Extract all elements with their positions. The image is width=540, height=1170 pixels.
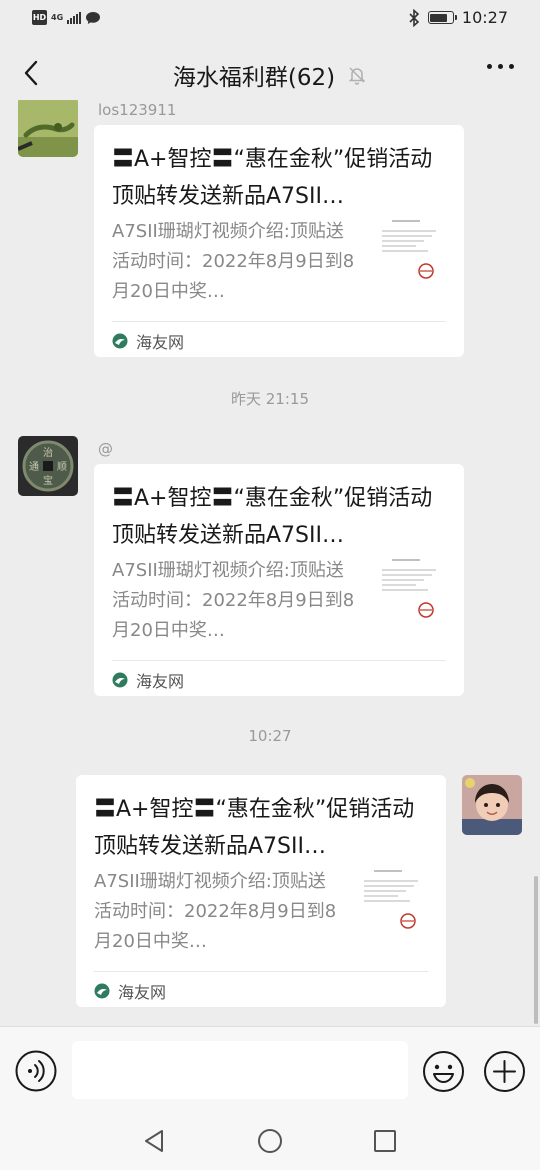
source-logo-icon xyxy=(112,333,128,349)
source-name: 海友网 xyxy=(136,672,185,691)
circle-home-icon xyxy=(258,1129,282,1153)
svg-text:宝: 宝 xyxy=(43,474,53,487)
chat-area[interactable]: los123911 〓A+智控〓“惠在金秋”促销活动顶贴转发送新品A7SII… … xyxy=(0,100,540,1026)
page-title: 海水福利群(62) xyxy=(172,65,336,91)
avatar[interactable] xyxy=(462,775,522,835)
emoji-button[interactable] xyxy=(422,1050,465,1093)
nav-recents-button[interactable] xyxy=(370,1126,400,1156)
card-divider xyxy=(112,660,446,661)
status-right: 10:27 xyxy=(408,8,508,27)
card-description: A7SII珊瑚灯视频介绍:顶贴送活动时间：2022年8月9日到8月20日中奖… xyxy=(112,560,355,641)
source-logo-icon xyxy=(94,983,110,999)
bell-off-icon xyxy=(348,67,366,85)
card-source: 海友网 xyxy=(94,979,166,1003)
card-thumbnail-document xyxy=(358,865,424,933)
nav-title-wrap: 海水福利群(62) xyxy=(173,58,367,92)
card-title: 〓A+智控〓“惠在金秋”促销活动顶贴转发送新品A7SII… xyxy=(112,147,433,209)
more-dot xyxy=(487,64,492,69)
avatar-coin-image: 治 宝 通 顺 xyxy=(18,436,78,496)
svg-text:治: 治 xyxy=(43,446,53,459)
avatar[interactable]: 治 宝 通 顺 xyxy=(18,436,78,496)
card-thumbnail-document xyxy=(376,215,442,283)
nav-back-button[interactable] xyxy=(140,1126,170,1156)
card-description: A7SII珊瑚灯视频介绍:顶贴送活动时间：2022年8月9日到8月20日中奖… xyxy=(94,871,337,952)
square-recents-icon xyxy=(374,1130,396,1152)
svg-text:顺: 顺 xyxy=(57,461,67,473)
card-title: 〓A+智控〓“惠在金秋”促销活动顶贴转发送新品A7SII… xyxy=(112,486,433,548)
signal-icon xyxy=(67,11,82,24)
voice-button[interactable] xyxy=(15,1050,57,1092)
card-source: 海友网 xyxy=(112,668,184,692)
avatar[interactable] xyxy=(18,100,78,157)
card-thumbnail-document xyxy=(376,554,442,622)
nav-bar: 海水福利群(62) xyxy=(0,38,540,108)
status-bar: HD 4G 10:27 xyxy=(0,0,540,38)
bluetooth-icon xyxy=(409,8,420,27)
avatar-child-photo xyxy=(462,775,522,835)
source-logo-icon xyxy=(112,672,128,688)
card-source: 海友网 xyxy=(112,329,184,353)
more-dot xyxy=(509,64,514,69)
more-functions-button[interactable] xyxy=(483,1050,526,1093)
triangle-back-icon xyxy=(145,1130,163,1152)
nav-title-area: 海水福利群(62) xyxy=(0,58,540,92)
link-card[interactable]: 〓A+智控〓“惠在金秋”促销活动顶贴转发送新品A7SII… A7SII珊瑚灯视频… xyxy=(94,464,464,696)
plus-icon xyxy=(484,1051,525,1092)
sender-name: @ xyxy=(98,440,113,458)
card-divider xyxy=(94,971,428,972)
voice-icon xyxy=(15,1050,57,1092)
source-name: 海友网 xyxy=(136,333,185,352)
timestamp: 10:27 xyxy=(248,727,292,745)
hd-badge: HD xyxy=(32,10,47,25)
avatar-lizard-image xyxy=(18,100,78,157)
svg-text:通: 通 xyxy=(29,461,39,473)
input-bar xyxy=(0,1026,540,1112)
sender-name: los123911 xyxy=(98,101,177,119)
more-dot xyxy=(498,64,503,69)
chat-bubble-icon xyxy=(86,11,101,24)
nav-home-button[interactable] xyxy=(255,1126,285,1156)
battery-icon xyxy=(427,11,457,24)
link-card[interactable]: 〓A+智控〓“惠在金秋”促销活动顶贴转发送新品A7SII… A7SII珊瑚灯视频… xyxy=(76,775,446,1007)
emoji-icon xyxy=(423,1051,464,1092)
status-left: HD 4G xyxy=(32,10,101,25)
card-title: 〓A+智控〓“惠在金秋”促销活动顶贴转发送新品A7SII… xyxy=(94,797,415,859)
link-card[interactable]: 〓A+智控〓“惠在金秋”促销活动顶贴转发送新品A7SII… A7SII珊瑚灯视频… xyxy=(94,125,464,357)
card-description: A7SII珊瑚灯视频介绍:顶贴送活动时间：2022年8月9日到8月20日中奖… xyxy=(112,221,355,302)
status-time: 10:27 xyxy=(461,8,508,27)
network-type: 4G xyxy=(51,12,64,22)
system-nav-bar xyxy=(0,1112,540,1170)
message-input[interactable] xyxy=(72,1041,408,1099)
more-button[interactable] xyxy=(487,64,514,69)
timestamp: 昨天 21:15 xyxy=(231,390,309,408)
scrollbar[interactable] xyxy=(534,876,538,1024)
card-divider xyxy=(112,321,446,322)
source-name: 海友网 xyxy=(118,983,167,1002)
